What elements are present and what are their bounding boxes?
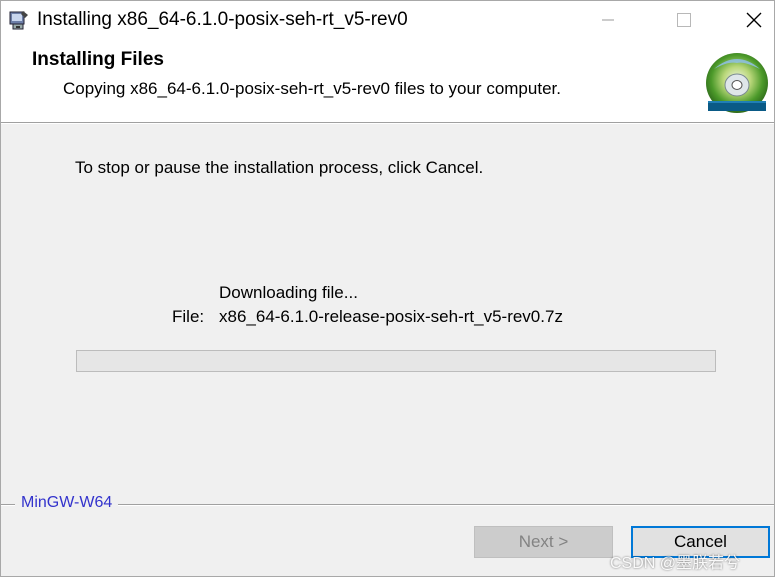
installer-icon bbox=[8, 9, 30, 31]
file-name: x86_64-6.1.0-release-posix-seh-rt_v5-rev… bbox=[219, 307, 563, 326]
download-status: Downloading file... bbox=[219, 283, 358, 302]
maximize-button[interactable] bbox=[661, 1, 707, 39]
download-progress-bar bbox=[76, 350, 716, 372]
file-label: File: bbox=[172, 307, 205, 326]
minimize-button[interactable] bbox=[585, 1, 631, 39]
banner-subtitle: Copying x86_64-6.1.0-posix-seh-rt_v5-rev… bbox=[63, 79, 561, 98]
close-button[interactable] bbox=[731, 1, 775, 39]
brand-label: MinGW-W64 bbox=[15, 494, 119, 512]
maximize-icon bbox=[677, 13, 691, 27]
watermark: CSDN @墨朕若兮 bbox=[610, 555, 741, 572]
banner-title: Installing Files bbox=[32, 49, 164, 70]
banner-divider bbox=[1, 123, 774, 124]
close-icon bbox=[746, 12, 762, 28]
window-title: Installing x86_64-6.1.0-posix-seh-rt_v5-… bbox=[37, 9, 408, 30]
title-bar[interactable]: Installing x86_64-6.1.0-posix-seh-rt_v5-… bbox=[1, 1, 774, 39]
cd-disc-icon bbox=[704, 49, 770, 115]
minimize-icon bbox=[602, 19, 614, 21]
installer-window: Installing x86_64-6.1.0-posix-seh-rt_v5-… bbox=[0, 0, 775, 577]
cancel-instruction: To stop or pause the installation proces… bbox=[75, 158, 484, 177]
next-button[interactable]: Next > bbox=[474, 526, 613, 558]
header-banner: Installing Files Copying x86_64-6.1.0-po… bbox=[1, 39, 774, 123]
